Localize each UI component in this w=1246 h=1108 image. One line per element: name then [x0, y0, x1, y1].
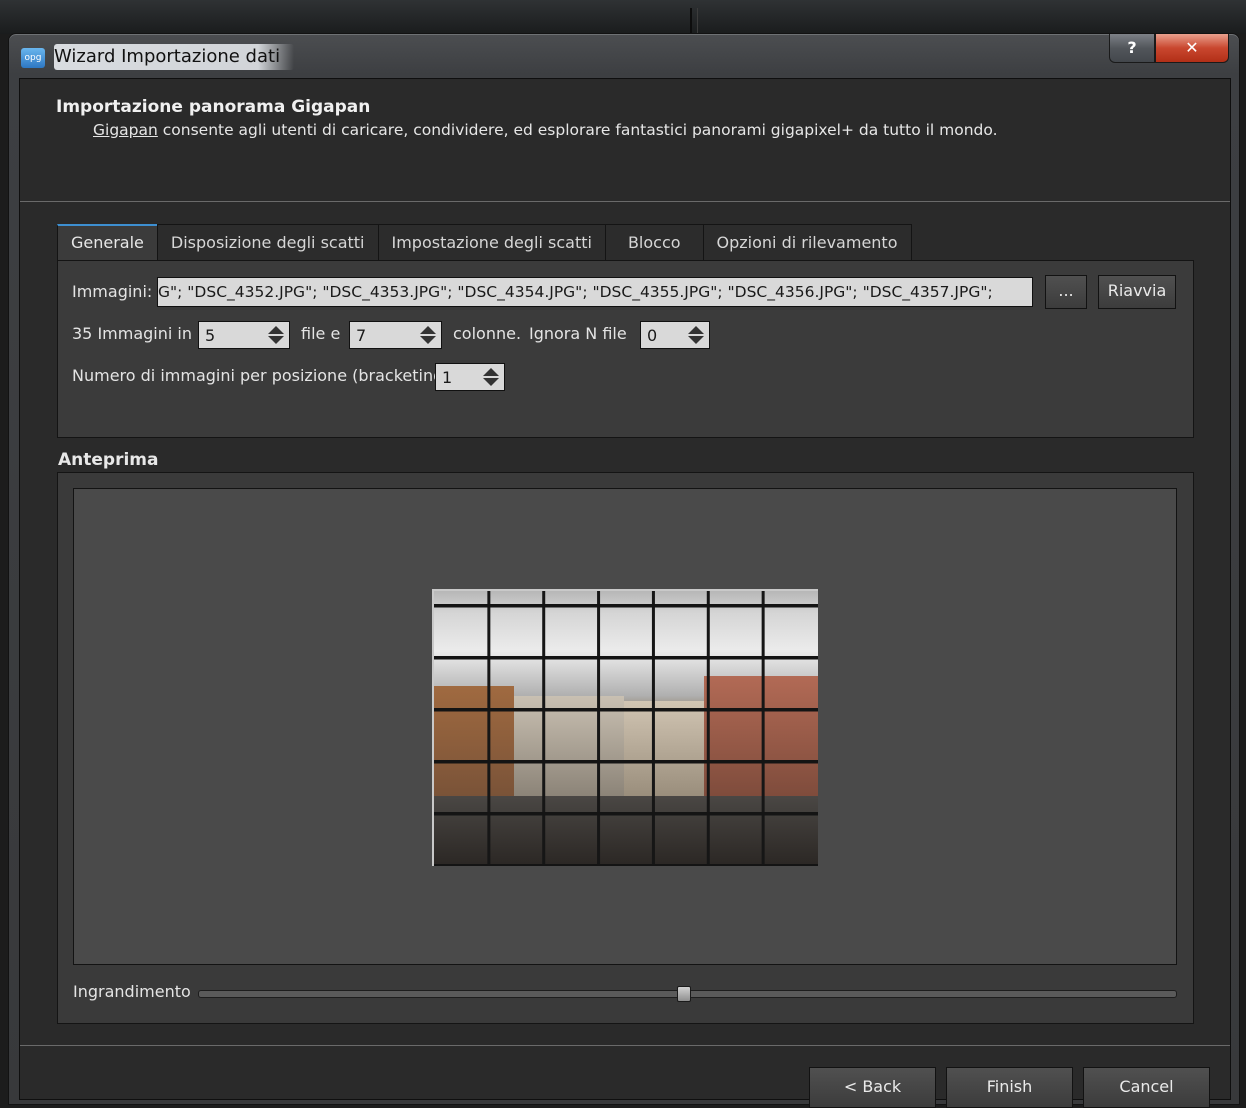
bracketing-label: Numero di immagini per posizione (bracke… — [72, 366, 450, 385]
preview-canvas[interactable] — [73, 488, 1177, 965]
grid-column-line — [542, 591, 546, 866]
rows-value: 5 — [205, 326, 216, 345]
grid-column-line — [487, 591, 491, 866]
columns-suffix-label: colonne. — [453, 324, 522, 343]
spin-arrows-icon[interactable] — [268, 326, 284, 344]
tab-blocco[interactable]: Blocco — [604, 224, 704, 260]
bracketing-spinbox[interactable]: 1 — [435, 363, 505, 391]
window-controls: ? ✕ — [1109, 34, 1229, 64]
page-subtitle-text: consente agli utenti di caricare, condiv… — [157, 121, 998, 139]
grid-row-line — [434, 656, 818, 660]
app-icon: opg — [21, 48, 45, 68]
rows-suffix-label: file e — [301, 324, 341, 343]
grid-row-line — [434, 708, 818, 712]
columns-value: 7 — [356, 326, 367, 345]
tab-bar: Generale Disposizione degli scatti Impos… — [57, 224, 912, 262]
reset-button[interactable]: Riavvia — [1098, 275, 1176, 309]
tab-impostazione-scatti[interactable]: Impostazione degli scatti — [377, 224, 606, 260]
zoom-slider[interactable] — [198, 986, 1177, 1002]
ignore-files-value: 0 — [647, 326, 658, 345]
page-subtitle: Gigapan consente agli utenti di caricare… — [93, 121, 998, 139]
preview-title: Anteprima — [58, 450, 159, 470]
grid-row-line — [434, 864, 818, 866]
images-label: Immagini: — [72, 282, 153, 301]
zoom-slider-handle[interactable] — [677, 986, 691, 1002]
spin-arrows-icon[interactable] — [420, 326, 436, 344]
panorama-grid — [434, 591, 818, 866]
finish-button[interactable]: Finish — [946, 1067, 1073, 1108]
page-title: Importazione panorama Gigapan — [56, 97, 371, 117]
grid-row-line — [434, 604, 818, 608]
window-title: Wizard Importazione dati — [54, 44, 295, 70]
grid-column-line — [706, 591, 710, 866]
cancel-button[interactable]: Cancel — [1083, 1067, 1210, 1108]
image-count-label: 35 Immagini in — [72, 324, 192, 343]
close-button[interactable]: ✕ — [1155, 34, 1229, 63]
wizard-window: opg Wizard Importazione dati ? ✕ Importa… — [8, 33, 1240, 1108]
header-divider — [20, 201, 1230, 202]
tab-disposizione-scatti[interactable]: Disposizione degli scatti — [156, 224, 379, 260]
back-button[interactable]: < Back — [809, 1067, 936, 1108]
bracketing-value: 1 — [442, 368, 453, 387]
grid-column-line — [761, 591, 765, 866]
title-bar[interactable]: opg Wizard Importazione dati ? ✕ — [9, 34, 1239, 78]
ignore-files-spinbox[interactable]: 0 — [640, 321, 710, 349]
spin-arrows-icon[interactable] — [688, 326, 704, 344]
desktop-divider-highlight — [697, 8, 698, 34]
browse-button[interactable]: ... — [1045, 275, 1087, 309]
spin-arrows-icon[interactable] — [483, 368, 499, 386]
ignore-files-label: Ignora N file — [529, 324, 627, 343]
images-field[interactable]: G"; "DSC_4352.JPG"; "DSC_4353.JPG"; "DSC… — [157, 277, 1033, 307]
columns-spinbox[interactable]: 7 — [349, 321, 442, 349]
zoom-label: Ingrandimento — [73, 982, 191, 1001]
desktop-background — [0, 0, 1246, 34]
grid-column-line — [597, 591, 601, 866]
preview-panel: Ingrandimento — [57, 472, 1194, 1024]
grid-row-line — [434, 760, 818, 764]
footer-divider — [20, 1045, 1230, 1046]
panorama-thumbnail — [432, 589, 818, 866]
grid-column-line — [651, 591, 655, 866]
gigapan-link[interactable]: Gigapan — [93, 121, 158, 139]
general-tab-panel: Immagini: G"; "DSC_4352.JPG"; "DSC_4353.… — [57, 260, 1194, 438]
grid-row-line — [434, 812, 818, 816]
tab-generale[interactable]: Generale — [57, 224, 158, 262]
help-button[interactable]: ? — [1109, 34, 1155, 63]
dialog-body: Importazione panorama Gigapan Gigapan co… — [19, 78, 1231, 1108]
desktop-divider — [690, 8, 692, 34]
rows-spinbox[interactable]: 5 — [198, 321, 290, 349]
tab-opzioni-rilevamento[interactable]: Opzioni di rilevamento — [702, 224, 912, 260]
